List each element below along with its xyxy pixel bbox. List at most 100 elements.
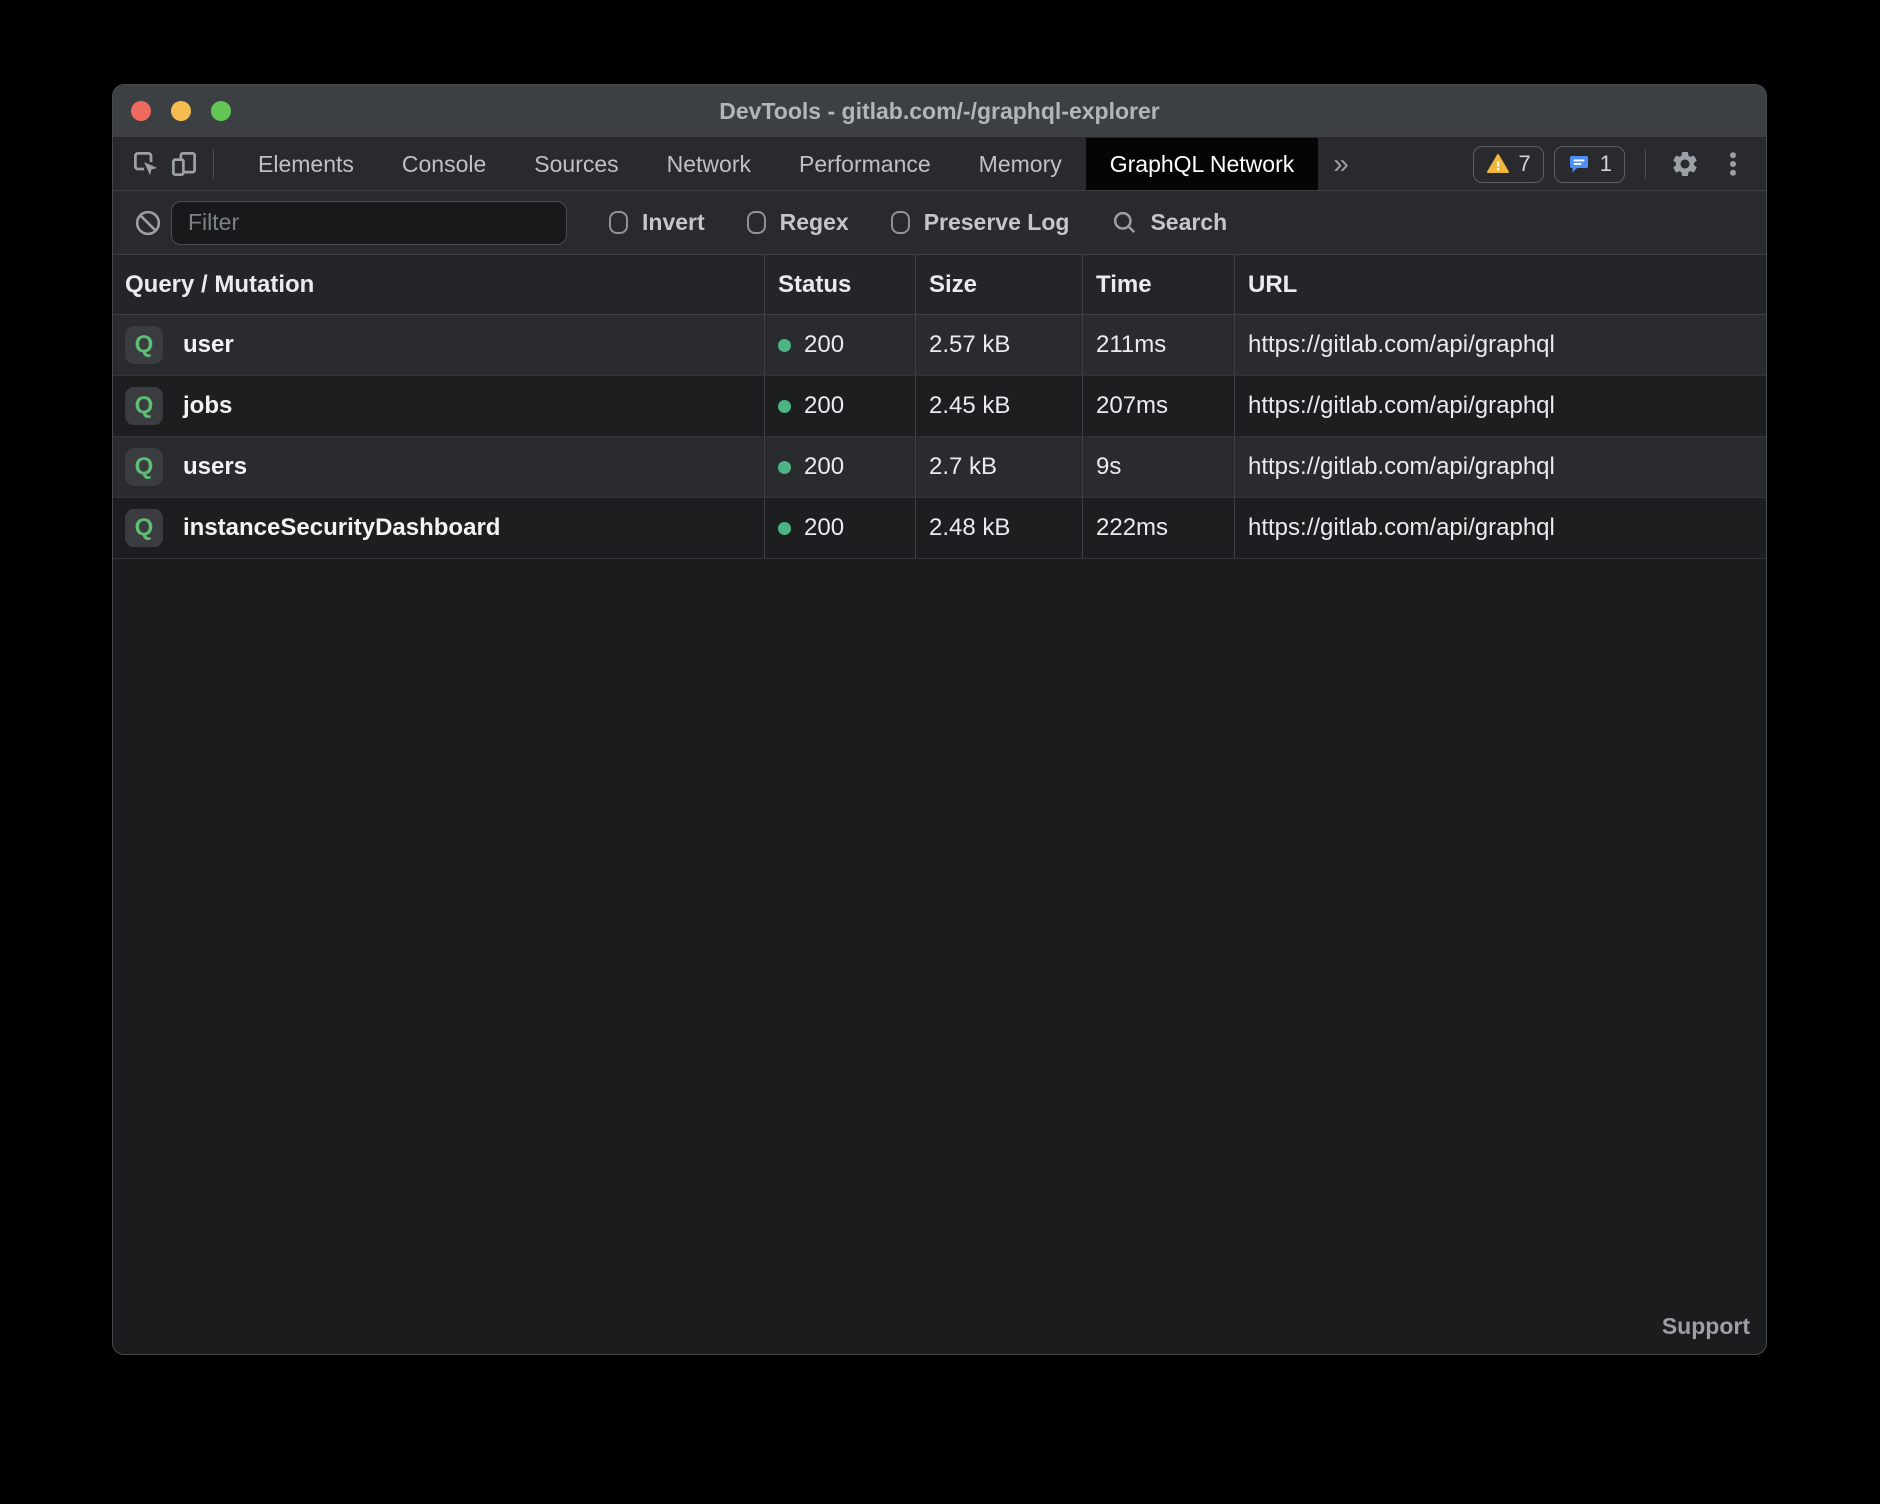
tab-elements[interactable]: Elements — [234, 138, 378, 190]
query-type-badge: Q — [125, 326, 163, 364]
column-header-url[interactable]: URL — [1234, 255, 1766, 314]
query-type-badge: Q — [125, 387, 163, 425]
zoom-window-button[interactable] — [211, 101, 231, 121]
table-row[interactable]: Q instanceSecurityDashboard 200 2.48 kB … — [113, 498, 1766, 559]
query-name: instanceSecurityDashboard — [183, 514, 500, 542]
devtools-tab-bar: ElementsConsoleSourcesNetworkPerformance… — [113, 138, 1766, 191]
query-name-cell: Q instanceSecurityDashboard — [113, 498, 764, 558]
time-cell: 211ms — [1082, 315, 1234, 375]
status-cell: 200 — [764, 498, 915, 558]
url-cell: https://gitlab.com/api/graphql — [1234, 437, 1766, 497]
more-tabs-button[interactable]: » — [1318, 138, 1364, 190]
table-header-row: Query / MutationStatusSizeTimeURL — [113, 255, 1766, 315]
status-cell: 200 — [764, 376, 915, 436]
gear-icon — [1670, 149, 1700, 179]
regex-label: Regex — [780, 209, 849, 236]
time-cell: 9s — [1082, 437, 1234, 497]
column-header-size[interactable]: Size — [915, 255, 1082, 314]
url-value: https://gitlab.com/api/graphql — [1248, 331, 1555, 359]
issues-button[interactable]: 1 — [1554, 146, 1625, 183]
titlebar: DevTools - gitlab.com/-/graphql-explorer — [113, 85, 1766, 138]
checkbox-group-regex[interactable]: Regex — [747, 209, 849, 236]
url-value: https://gitlab.com/api/graphql — [1248, 453, 1555, 481]
warning-count: 7 — [1519, 151, 1531, 177]
tab-memory[interactable]: Memory — [955, 138, 1086, 190]
regex-checkbox[interactable] — [747, 211, 766, 234]
table-row[interactable]: Q user 200 2.57 kB 211ms https://gitlab.… — [113, 315, 1766, 376]
chevron-double-icon: » — [1333, 148, 1349, 179]
status-code: 200 — [804, 453, 844, 481]
status-code: 200 — [804, 331, 844, 359]
url-cell: https://gitlab.com/api/graphql — [1234, 315, 1766, 375]
column-header-time[interactable]: Time — [1082, 255, 1234, 314]
size-cell: 2.45 kB — [915, 376, 1082, 436]
inspect-cursor-icon — [131, 149, 161, 179]
tab-graphql-network[interactable]: GraphQL Network — [1086, 138, 1319, 190]
checkbox-group-preserve-log[interactable]: Preserve Log — [891, 209, 1070, 236]
table-row[interactable]: Q jobs 200 2.45 kB 207ms https://gitlab.… — [113, 376, 1766, 437]
query-name: user — [183, 331, 234, 359]
size-value: 2.7 kB — [929, 453, 997, 481]
window-controls — [131, 85, 231, 137]
url-cell: https://gitlab.com/api/graphql — [1234, 498, 1766, 558]
tab-sources[interactable]: Sources — [510, 138, 642, 190]
table-row[interactable]: Q users 200 2.7 kB 9s https://gitlab.com… — [113, 437, 1766, 498]
status-code: 200 — [804, 392, 844, 420]
controls-divider — [1645, 149, 1646, 179]
tab-console[interactable]: Console — [378, 138, 510, 190]
time-value: 222ms — [1096, 514, 1168, 542]
preserve-log-checkbox[interactable] — [891, 211, 910, 234]
clear-requests-button[interactable] — [129, 204, 167, 242]
devtools-window: DevTools - gitlab.com/-/graphql-explorer… — [112, 84, 1767, 1355]
size-cell: 2.48 kB — [915, 498, 1082, 558]
status-ok-dot-icon — [778, 400, 791, 413]
minimize-window-button[interactable] — [171, 101, 191, 121]
search-toggle[interactable]: Search — [1111, 209, 1227, 236]
panel-tabs: ElementsConsoleSourcesNetworkPerformance… — [234, 138, 1318, 190]
time-value: 207ms — [1096, 392, 1168, 420]
query-type-badge: Q — [125, 509, 163, 547]
customize-devtools-button[interactable] — [1714, 145, 1752, 183]
filter-input[interactable] — [171, 201, 567, 245]
settings-button[interactable] — [1666, 145, 1704, 183]
query-name: users — [183, 453, 247, 481]
invert-checkbox[interactable] — [609, 211, 628, 234]
status-ok-dot-icon — [778, 522, 791, 535]
tabbar-right-controls: 7 1 — [1473, 145, 1753, 183]
url-value: https://gitlab.com/api/graphql — [1248, 514, 1555, 542]
search-icon — [1111, 209, 1138, 236]
network-filter-bar: Invert Regex Preserve Log Search — [113, 191, 1766, 255]
time-value: 9s — [1096, 453, 1121, 481]
query-type-badge: Q — [125, 448, 163, 486]
query-name-cell: Q users — [113, 437, 764, 497]
url-value: https://gitlab.com/api/graphql — [1248, 392, 1555, 420]
time-cell: 207ms — [1082, 376, 1234, 436]
kebab-menu-icon — [1718, 149, 1748, 179]
tab-network[interactable]: Network — [643, 138, 775, 190]
inspect-element-button[interactable] — [127, 145, 165, 183]
checkbox-group-invert[interactable]: Invert — [609, 209, 705, 236]
request-table-body: Q user 200 2.57 kB 211ms https://gitlab.… — [113, 315, 1766, 559]
filter-checkboxes: Invert Regex Preserve Log — [609, 209, 1069, 236]
column-header-status[interactable]: Status — [764, 255, 915, 314]
size-cell: 2.57 kB — [915, 315, 1082, 375]
tab-performance[interactable]: Performance — [775, 138, 955, 190]
support-link[interactable]: Support — [1662, 1313, 1750, 1340]
status-ok-dot-icon — [778, 339, 791, 352]
toolbar-divider — [213, 149, 214, 179]
device-toolbar-button[interactable] — [165, 145, 203, 183]
close-window-button[interactable] — [131, 101, 151, 121]
column-header-query-mutation[interactable]: Query / Mutation — [113, 255, 764, 314]
issue-count: 1 — [1600, 151, 1612, 177]
size-cell: 2.7 kB — [915, 437, 1082, 497]
warnings-button[interactable]: 7 — [1473, 146, 1544, 183]
query-name-cell: Q jobs — [113, 376, 764, 436]
time-cell: 222ms — [1082, 498, 1234, 558]
status-cell: 200 — [764, 315, 915, 375]
status-code: 200 — [804, 514, 844, 542]
size-value: 2.48 kB — [929, 514, 1010, 542]
invert-label: Invert — [642, 209, 705, 236]
url-cell: https://gitlab.com/api/graphql — [1234, 376, 1766, 436]
size-value: 2.45 kB — [929, 392, 1010, 420]
status-cell: 200 — [764, 437, 915, 497]
